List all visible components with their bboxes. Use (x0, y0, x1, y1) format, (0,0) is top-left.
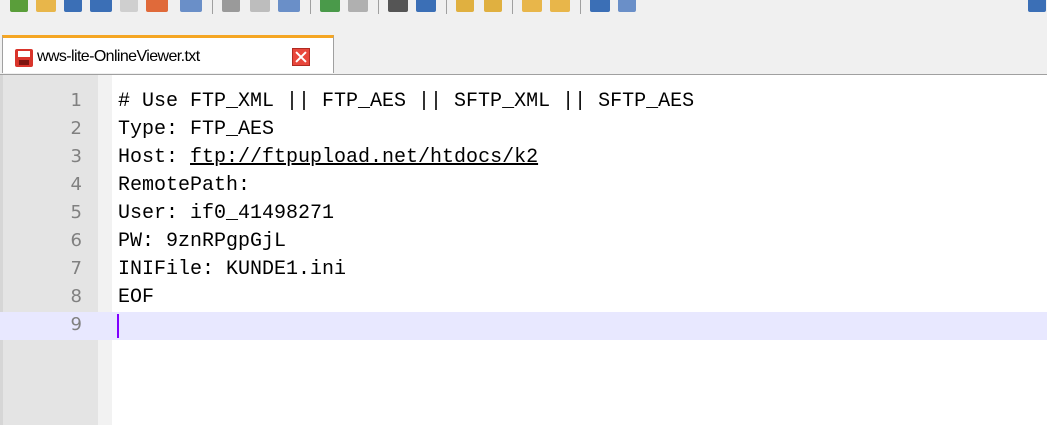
zoom-out-icon[interactable] (484, 0, 502, 12)
close-all-icon[interactable] (146, 0, 168, 12)
editor-line[interactable]: 8 EOF (0, 284, 1047, 312)
indent-guide-icon[interactable] (618, 0, 636, 12)
save-all-icon[interactable] (90, 0, 112, 12)
editor-line[interactable]: 7 INIFile: KUNDE1.ini (0, 256, 1047, 284)
line-text: # Use FTP_XML || FTP_AES || SFTP_XML || … (118, 90, 695, 113)
save-icon[interactable] (64, 0, 82, 12)
undo-icon[interactable] (320, 0, 340, 12)
line-text: PW: 9znRPgpGjL (118, 230, 287, 253)
line-text: RemotePath: (118, 174, 251, 197)
sync-scroll-icon[interactable] (522, 0, 542, 12)
tab-filename: wws-lite-OnlineViewer.txt (37, 48, 200, 65)
open-file-icon[interactable] (36, 0, 56, 12)
toolbar (0, 0, 1047, 22)
toolbar-separator (378, 0, 379, 14)
line-number: 6 (70, 230, 82, 251)
show-all-chars-icon[interactable] (590, 0, 610, 12)
tab-file[interactable]: wws-lite-OnlineViewer.txt (2, 35, 334, 73)
editor-line[interactable]: 4 RemotePath: (0, 172, 1047, 200)
line-text: Type: FTP_AES (118, 118, 275, 141)
cut-icon[interactable] (222, 0, 240, 12)
line-number: 2 (70, 118, 82, 139)
current-line[interactable]: 9 (0, 312, 1047, 340)
line-text: User: if0_41498271 (118, 202, 335, 225)
editor-line[interactable]: 5 User: if0_41498271 (0, 200, 1047, 228)
line-number: 1 (70, 90, 82, 111)
host-url-link[interactable]: ftp://ftpupload.net/htdocs/k2 (190, 146, 538, 169)
new-file-icon[interactable] (10, 0, 28, 12)
paste-icon[interactable] (278, 0, 300, 12)
redo-icon[interactable] (348, 0, 368, 12)
close-tab-icon[interactable] (292, 48, 310, 66)
line-text: Host: ftp://ftpupload.net/htdocs/k2 (118, 146, 538, 169)
print-icon[interactable] (180, 0, 202, 12)
toolbar-separator (512, 0, 513, 14)
unsaved-file-icon (15, 49, 33, 67)
toolbar-separator (310, 0, 311, 14)
replace-icon[interactable] (416, 0, 436, 12)
line-number: 8 (70, 286, 82, 307)
toolbar-separator (446, 0, 447, 14)
word-wrap-icon[interactable] (550, 0, 570, 12)
editor-line[interactable]: 1 # Use FTP_XML || FTP_AES || SFTP_XML |… (0, 88, 1047, 116)
editor-line[interactable]: 2 Type: FTP_AES (0, 116, 1047, 144)
editor[interactable]: 1 # Use FTP_XML || FTP_AES || SFTP_XML |… (0, 75, 1047, 425)
line-number: 7 (70, 258, 82, 279)
copy-icon[interactable] (250, 0, 270, 12)
close-icon[interactable] (120, 0, 138, 12)
line-number: 9 (70, 314, 82, 335)
tab-bar: wws-lite-OnlineViewer.txt (0, 22, 1047, 75)
zoom-in-icon[interactable] (456, 0, 474, 12)
editor-line[interactable]: 6 PW: 9znRPgpGjL (0, 228, 1047, 256)
doc-map-icon[interactable] (1028, 0, 1046, 12)
line-number: 5 (70, 202, 82, 223)
line-prefix: Host: (118, 146, 191, 169)
line-number: 4 (70, 174, 82, 195)
text-caret (117, 314, 119, 338)
find-icon[interactable] (388, 0, 408, 12)
line-number: 3 (70, 146, 82, 167)
toolbar-separator (212, 0, 213, 14)
toolbar-separator (580, 0, 581, 14)
line-text: EOF (118, 286, 155, 309)
line-text: INIFile: KUNDE1.ini (118, 258, 347, 281)
editor-line[interactable]: 3 Host: ftp://ftpupload.net/htdocs/k2 (0, 144, 1047, 172)
